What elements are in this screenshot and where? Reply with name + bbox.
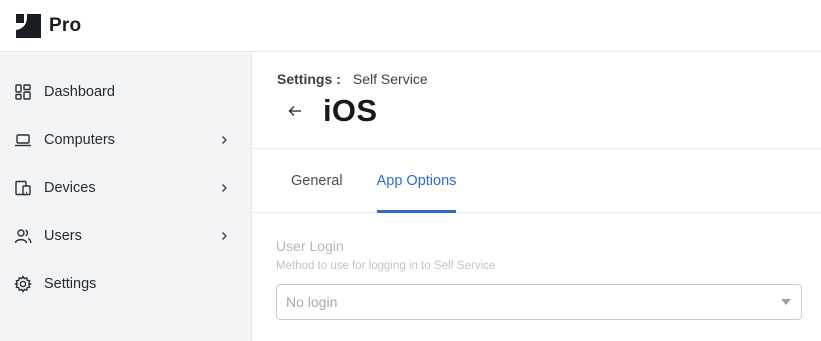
chevron-right-icon[interactable] bbox=[219, 183, 229, 193]
devices-icon bbox=[14, 179, 32, 197]
app-name: Pro bbox=[49, 14, 82, 36]
chevron-right-icon[interactable] bbox=[219, 231, 229, 241]
app-options-form: User Login Method to use for logging in … bbox=[253, 213, 821, 320]
gear-icon bbox=[14, 275, 32, 293]
sidebar-item-label: Computers bbox=[44, 132, 115, 148]
sidebar-item-dashboard[interactable]: Dashboard bbox=[0, 68, 251, 116]
tab-general[interactable]: General bbox=[291, 149, 343, 212]
sidebar-item-settings[interactable]: Settings bbox=[0, 260, 251, 308]
breadcrumb-parent[interactable]: Settings bbox=[277, 71, 332, 87]
back-arrow-icon[interactable] bbox=[285, 101, 305, 121]
user-login-label: User Login bbox=[276, 238, 344, 254]
user-login-select-value: No login bbox=[286, 294, 338, 310]
breadcrumb-current[interactable]: Self Service bbox=[353, 71, 428, 87]
caret-down-icon bbox=[781, 298, 791, 306]
page-header: Settings : Self Service iOS bbox=[253, 53, 821, 149]
sidebar-item-label: Users bbox=[44, 228, 82, 244]
top-bar: Pro bbox=[0, 0, 821, 52]
sidebar-item-computers[interactable]: Computers bbox=[0, 116, 251, 164]
sidebar-item-devices[interactable]: Devices bbox=[0, 164, 251, 212]
title-row: iOS bbox=[277, 93, 821, 129]
breadcrumb-separator: : bbox=[336, 71, 341, 87]
chevron-right-icon[interactable] bbox=[219, 135, 229, 145]
dashboard-grid-icon bbox=[14, 83, 32, 101]
main-content: Settings : Self Service iOS General App … bbox=[253, 53, 821, 341]
tab-app-options[interactable]: App Options bbox=[376, 149, 456, 213]
users-icon bbox=[14, 227, 32, 245]
sidebar-item-label: Settings bbox=[44, 276, 97, 292]
sidebar: Dashboard Computers Devices Users Settin… bbox=[0, 53, 252, 341]
user-login-help-text: Method to use for logging in to Self Ser… bbox=[276, 260, 496, 272]
sidebar-item-users[interactable]: Users bbox=[0, 212, 251, 260]
page-title: iOS bbox=[323, 93, 378, 128]
user-login-select[interactable]: No login bbox=[276, 284, 802, 320]
laptop-icon bbox=[14, 131, 32, 149]
tab-bar: General App Options bbox=[253, 149, 821, 213]
breadcrumb: Settings : Self Service bbox=[277, 70, 821, 88]
jamf-logo-icon[interactable] bbox=[16, 13, 41, 38]
sidebar-item-label: Dashboard bbox=[44, 84, 115, 100]
sidebar-item-label: Devices bbox=[44, 180, 96, 196]
